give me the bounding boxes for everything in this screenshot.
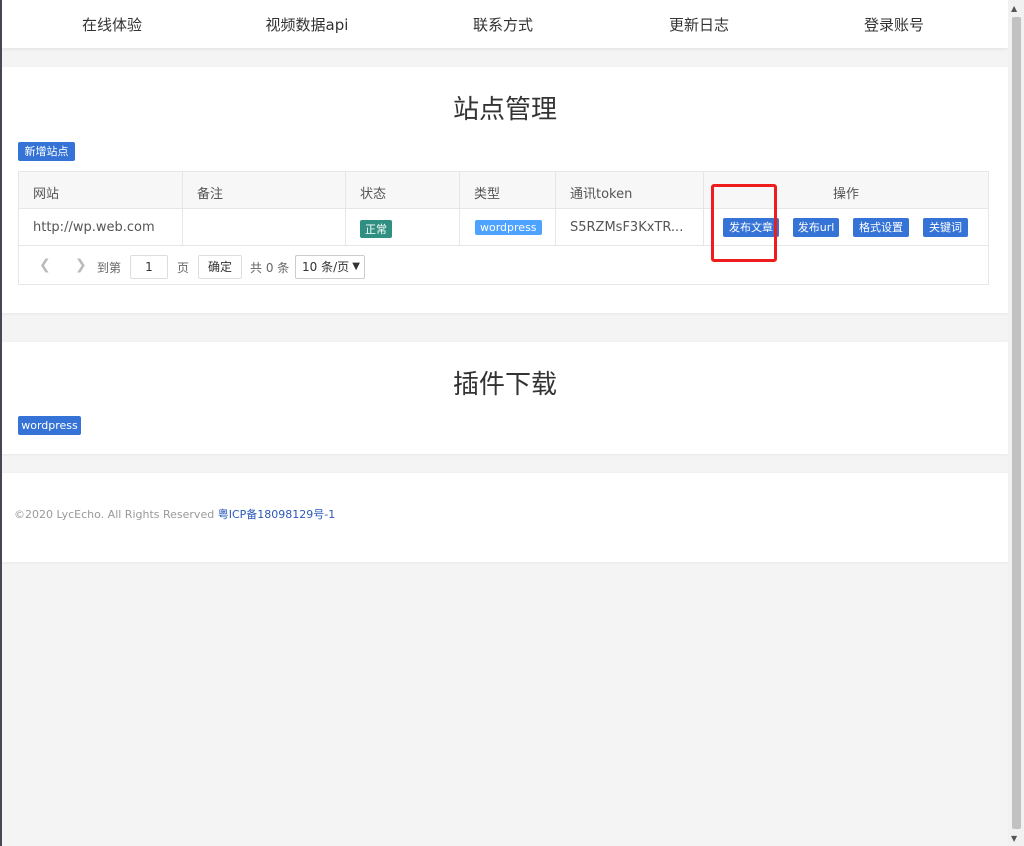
site-management-title: 站点管理 (452, 95, 557, 125)
page-size-value: 10 条/页 (302, 260, 350, 274)
plugin-download-card: 插件下载 wordpress (2, 342, 1008, 454)
footer: ©2020 LycEcho. All Rights Reserved 粤ICP备… (2, 473, 1008, 562)
column-header-actions: 操作 (833, 187, 860, 202)
scroll-down-icon[interactable]: ▼ (1011, 834, 1017, 843)
goto-label: 到第 (97, 261, 122, 275)
keywords-button[interactable]: 关键词 (923, 218, 968, 237)
icp-link[interactable]: 粤ICP备18098129号-1 (218, 508, 336, 521)
column-header-status: 状态 (360, 187, 387, 202)
page-number-input[interactable]: 1 (130, 255, 168, 279)
sites-table: 网站 备注 状态 类型 通讯token 操作 http://wp.web.com… (18, 171, 989, 285)
type-badge: wordpress (475, 220, 542, 235)
next-page-icon[interactable]: ❯ (75, 257, 87, 273)
pagination: ❮ ❯ 到第 1 页 确定 共 0 条 10 条/页 ▼ (19, 247, 988, 285)
copyright-text: ©2020 LycEcho. All Rights Reserved (14, 508, 215, 521)
site-management-card: 站点管理 新增站点 网站 备注 状态 类型 通讯token 操作 http://… (2, 67, 1008, 313)
publish-url-button[interactable]: 发布url (793, 218, 839, 237)
nav-video-api[interactable]: 视频数据api (266, 14, 349, 35)
vertical-scrollbar[interactable]: ▲ ▼ (1008, 0, 1024, 846)
top-nav: 在线体验 视频数据api 联系方式 更新日志 登录账号 (2, 0, 1008, 48)
total-count: 共 0 条 (250, 261, 290, 275)
table-row: http://wp.web.com 正常 wordpress S5RZMsF3K… (19, 209, 988, 246)
table-header: 网站 备注 状态 类型 通讯token 操作 (19, 172, 988, 209)
scroll-up-icon[interactable]: ▲ (1011, 4, 1017, 13)
chevron-down-icon: ▼ (352, 261, 360, 272)
column-header-note: 备注 (197, 187, 224, 202)
nav-changelog[interactable]: 更新日志 (669, 14, 729, 35)
nav-login[interactable]: 登录账号 (864, 14, 924, 35)
plugin-download-title: 插件下载 (452, 370, 557, 400)
cell-website: http://wp.web.com (33, 220, 155, 235)
publish-article-button[interactable]: 发布文章 (723, 218, 779, 237)
column-header-website: 网站 (33, 187, 60, 202)
prev-page-icon[interactable]: ❮ (39, 257, 51, 273)
format-settings-button[interactable]: 格式设置 (853, 218, 909, 237)
nav-contact[interactable]: 联系方式 (473, 14, 533, 35)
status-badge: 正常 (360, 220, 392, 238)
column-header-type: 类型 (474, 187, 501, 202)
nav-online-demo[interactable]: 在线体验 (82, 14, 142, 35)
goto-confirm-button[interactable]: 确定 (198, 255, 242, 279)
column-header-token: 通讯token (570, 187, 633, 202)
page-unit-label: 页 (177, 261, 190, 275)
page: 在线体验 视频数据api 联系方式 更新日志 登录账号 站点管理 新增站点 网站… (2, 0, 1008, 846)
download-wordpress-button[interactable]: wordpress (18, 416, 81, 435)
add-site-button[interactable]: 新增站点 (18, 142, 75, 161)
scrollbar-thumb[interactable] (1012, 17, 1021, 829)
footer-text: ©2020 LycEcho. All Rights Reserved 粤ICP备… (14, 506, 335, 522)
cell-token: S5RZMsF3KxTR... (570, 220, 684, 235)
page-size-select[interactable]: 10 条/页 ▼ (295, 255, 365, 279)
